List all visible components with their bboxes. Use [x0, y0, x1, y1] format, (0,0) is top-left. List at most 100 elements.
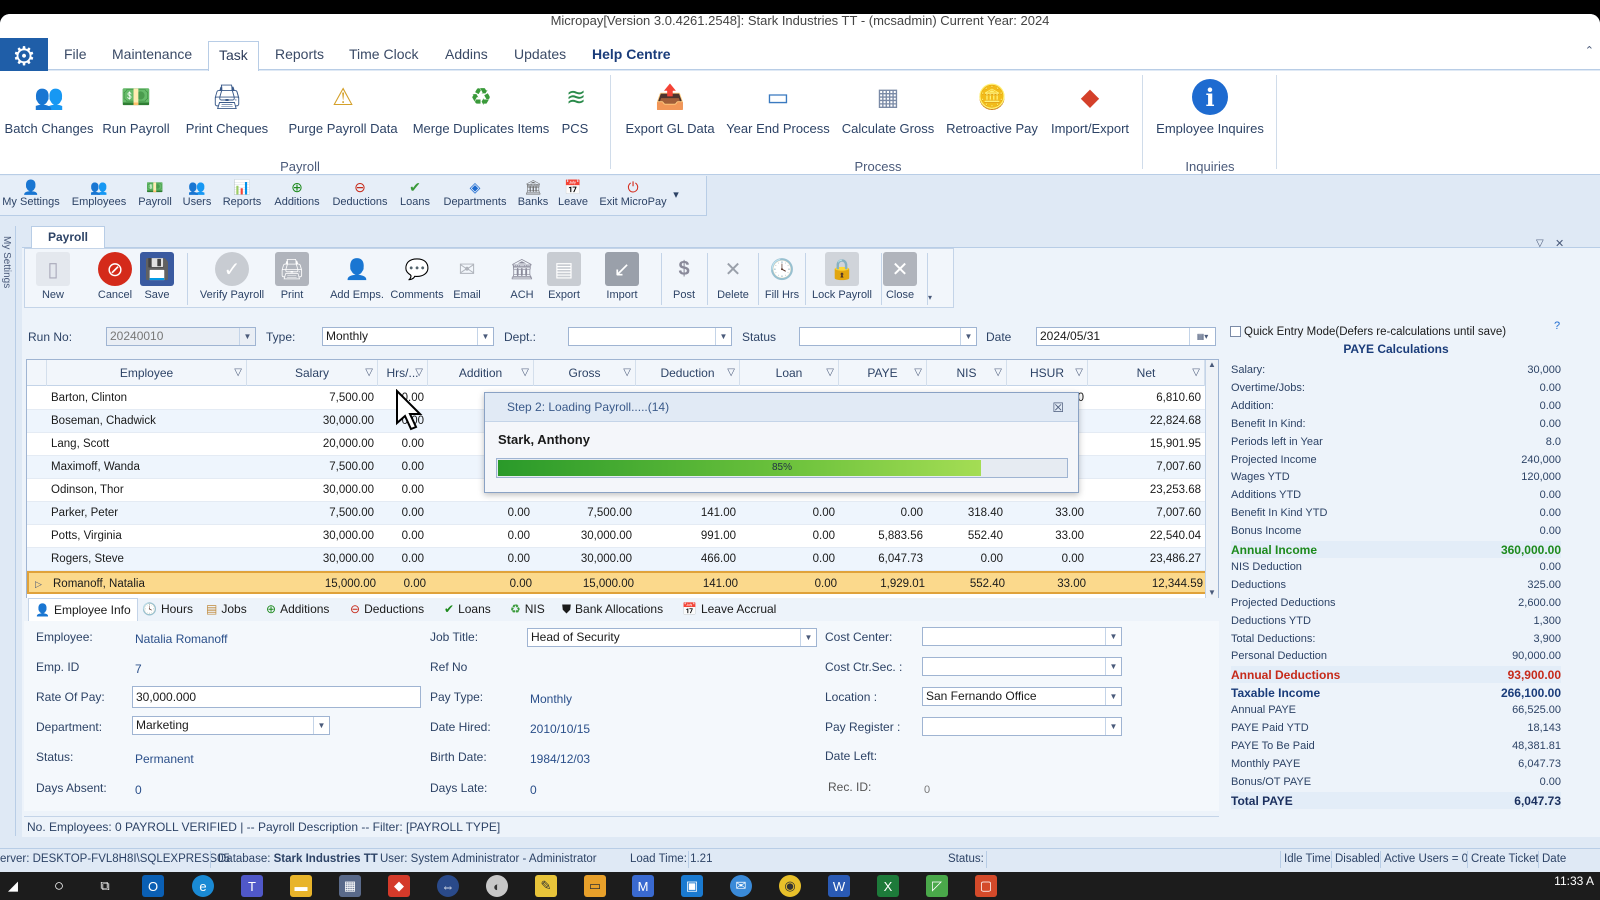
verify-payroll-button[interactable]: ✓ Verify Payroll — [197, 252, 267, 301]
close-button[interactable]: ✕ Close — [883, 252, 917, 301]
location-select[interactable]: San Fernando Office ▼ — [922, 687, 1122, 706]
chevron-down-icon[interactable]: ▼ — [1105, 658, 1121, 675]
chevron-down-icon[interactable]: ▼ — [313, 717, 329, 734]
tab-hours[interactable]: 🕓 Hours — [136, 598, 199, 622]
menu-file[interactable]: File — [64, 46, 87, 62]
retroactive-pay-button[interactable]: 🪙 Retroactive Pay — [944, 79, 1040, 137]
menu-updates[interactable]: Updates — [514, 46, 566, 62]
cost-ctr-sec-select[interactable]: ▼ — [922, 657, 1122, 676]
tab-additions[interactable]: ⊕ Additions — [260, 598, 335, 622]
col-paye[interactable]: PAYE ▽ — [839, 360, 927, 386]
tab-payroll[interactable]: Payroll — [31, 226, 105, 248]
status-select[interactable]: ▼ — [799, 327, 977, 346]
quickbar-overflow-icon[interactable]: ▾ — [670, 188, 682, 201]
import-button[interactable]: ↙ Import — [603, 252, 641, 301]
table-row[interactable]: Potts, Virginia 30,000.00 0.00 0.00 30,000.0… — [27, 525, 1207, 548]
chat-app-icon[interactable]: ✉ — [730, 875, 752, 897]
doc-close-icon[interactable]: ✕ — [1555, 237, 1564, 250]
dialog-close-icon[interactable]: ☒ — [1052, 393, 1064, 422]
edge-icon[interactable]: e — [192, 875, 214, 897]
col-nis[interactable]: NIS ▽ — [927, 360, 1007, 386]
ribbon-collapse-icon[interactable]: ⌃ — [1585, 44, 1594, 57]
col-loan[interactable]: Loan ▽ — [740, 360, 839, 386]
pay-register-select[interactable]: ▼ — [922, 717, 1122, 736]
filter-icon[interactable]: ▽ — [826, 360, 834, 386]
chevron-down-icon[interactable]: ▼ — [800, 629, 816, 646]
rate-of-pay-input[interactable]: 30,000.000 — [132, 686, 421, 708]
export-gl-data-button[interactable]: 📤 Export GL Data — [622, 79, 718, 137]
grid-vertical-scrollbar[interactable]: ▲ ▼ — [1205, 360, 1218, 599]
teams-icon[interactable]: T — [241, 875, 263, 897]
doc-dropdown-icon[interactable]: ▽ — [1536, 238, 1544, 249]
cancel-button[interactable]: ⊘ Cancel — [95, 252, 135, 301]
purge-payroll-data-button[interactable]: ⚠ Purge Payroll Data — [286, 79, 400, 137]
year-end-process-button[interactable]: ▭ Year End Process — [724, 79, 832, 137]
word-icon[interactable]: W — [828, 875, 850, 897]
email-button[interactable]: ✉ Email — [447, 252, 487, 302]
menu-addins[interactable]: Addins — [445, 46, 488, 62]
import-export-button[interactable]: ◆ Import/Export — [1046, 79, 1134, 137]
print-cheques-button[interactable]: 🖨 Print Cheques — [178, 79, 276, 137]
tab-deductions[interactable]: ⊖ Deductions — [344, 598, 430, 622]
app-red-icon[interactable]: ◆ — [388, 875, 410, 897]
table-row-selected[interactable]: ▷ Romanoff, Natalia 15,000.00 0.00 0.00 15,00… — [27, 571, 1207, 594]
calculate-gross-button[interactable]: ▦ Calculate Gross — [840, 79, 936, 137]
run-payroll-button[interactable]: 💵 Run Payroll — [100, 79, 172, 137]
filter-icon[interactable]: ▽ — [1192, 360, 1200, 386]
tab-jobs[interactable]: ▤ Jobs — [200, 598, 253, 622]
cost-center-select[interactable]: ▼ — [922, 627, 1122, 646]
col-addition[interactable]: Addition ▽ — [428, 360, 534, 386]
calendar-dropdown-icon[interactable]: ▦▾ — [1189, 328, 1215, 345]
menu-reports[interactable]: Reports — [275, 46, 324, 62]
chevron-down-icon[interactable]: ▼ — [477, 328, 493, 345]
run-no-field[interactable]: 20240010 ▼ — [106, 327, 256, 346]
excel-icon[interactable]: X — [877, 875, 899, 897]
employee-inquires-button[interactable]: i Employee Inquires — [1154, 79, 1266, 136]
create-ticket-link[interactable]: Create Ticket — [1471, 849, 1539, 869]
col-hsur[interactable]: HSUR ▽ — [1007, 360, 1088, 386]
merge-duplicates-button[interactable]: ♻ Merge Duplicates Items — [408, 79, 554, 137]
col-net[interactable]: Net ▽ — [1088, 360, 1205, 386]
help-link[interactable]: ? — [1554, 320, 1560, 332]
scroll-down-icon[interactable]: ▼ — [1208, 588, 1216, 597]
search-icon[interactable]: ○ — [48, 875, 70, 897]
filter-icon[interactable]: ▽ — [623, 360, 631, 386]
filter-icon[interactable]: ▽ — [365, 360, 373, 386]
export-button[interactable]: ▤ Export — [545, 252, 583, 301]
quick-leave[interactable]: 📅 Leave — [556, 179, 590, 208]
chevron-down-icon[interactable]: ▼ — [239, 328, 255, 345]
scroll-up-icon[interactable]: ▲ — [1208, 360, 1216, 369]
filter-icon[interactable]: ▽ — [521, 360, 529, 386]
quick-deductions[interactable]: ⊖ Deductions — [330, 179, 390, 208]
pcs-button[interactable]: ≋ PCS — [558, 79, 592, 137]
calculator-icon[interactable]: ▦ — [339, 875, 361, 897]
print-button[interactable]: 🖨 Print — [275, 252, 309, 301]
file-explorer-icon[interactable]: ▬ — [290, 875, 312, 897]
filter-icon[interactable]: ▽ — [1075, 360, 1083, 386]
quick-entry-mode-checkbox[interactable]: Quick Entry Mode(Defers re-calculations … — [1230, 326, 1506, 338]
micropay-taskbar-icon[interactable]: ▭ — [584, 875, 606, 897]
menu-help-centre[interactable]: Help Centre — [592, 46, 671, 62]
tab-bank-allocations[interactable]: ⛊ Bank Allocations — [556, 598, 669, 622]
chevron-down-icon[interactable]: ▼ — [960, 328, 976, 345]
chevron-down-icon[interactable]: ▼ — [1105, 688, 1121, 705]
table-row[interactable]: Rogers, Steve 30,000.00 0.00 0.00 30,000.00 4… — [27, 548, 1207, 571]
quick-users[interactable]: 👥 Users — [180, 179, 214, 208]
quick-employees[interactable]: 👥 Employees — [70, 179, 128, 208]
lock-payroll-button[interactable]: 🔒 Lock Payroll — [809, 252, 875, 301]
quick-additions[interactable]: ⊕ Additions — [270, 179, 324, 208]
batch-changes-button[interactable]: 👥 Batch Changes — [2, 79, 96, 137]
chrome-icon[interactable]: ◉ — [779, 875, 801, 897]
type-select[interactable]: Monthly ▼ — [322, 327, 494, 346]
app-orange-icon[interactable]: ▢ — [975, 875, 997, 897]
menu-task[interactable]: Task — [208, 41, 259, 71]
chevron-down-icon[interactable]: ▼ — [1105, 718, 1121, 735]
department-select[interactable]: Marketing ▼ — [132, 716, 330, 735]
checkbox-icon[interactable] — [1230, 326, 1241, 337]
toolbar-overflow-icon[interactable]: ▾ — [928, 293, 932, 302]
col-salary[interactable]: Salary ▽ — [247, 360, 378, 386]
col-employee[interactable]: Employee ▽ — [47, 360, 247, 386]
chevron-down-icon[interactable]: ▼ — [1105, 628, 1121, 645]
save-button[interactable]: 💾 Save — [139, 252, 175, 301]
filter-icon[interactable]: ▽ — [234, 360, 242, 386]
